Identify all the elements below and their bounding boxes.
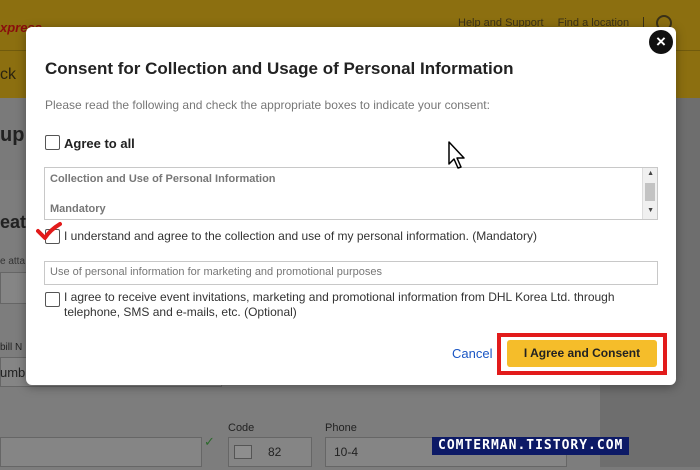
agree-consent-button[interactable]: I Agree and Consent xyxy=(507,340,657,367)
name-input[interactable] xyxy=(0,437,202,467)
agree-all-checkbox[interactable] xyxy=(45,135,60,150)
scroll-up-icon[interactable]: ▲ xyxy=(647,170,654,177)
marketing-terms-box[interactable]: Use of personal information for marketin… xyxy=(44,261,658,285)
terms-scroll-box[interactable]: Collection and Use of Personal Informati… xyxy=(44,167,658,220)
check-icon: ✓ xyxy=(204,434,215,449)
modal-description: Please read the following and check the … xyxy=(45,98,490,112)
mouse-cursor-icon xyxy=(448,141,465,169)
terms-title: Collection and Use of Personal Informati… xyxy=(50,173,276,185)
code-label: Code xyxy=(228,422,255,434)
red-check-mark-icon xyxy=(36,222,62,240)
optional-consent-checkbox[interactable] xyxy=(45,292,60,307)
waybill-label: bill N xyxy=(0,342,23,353)
agree-all-label[interactable]: Agree to all xyxy=(64,136,135,151)
scroll-down-icon[interactable]: ▼ xyxy=(647,207,654,214)
scrollbar[interactable]: ▲ ▼ xyxy=(642,168,657,219)
korea-flag-icon xyxy=(234,445,252,459)
phone-label: Phone xyxy=(325,422,357,434)
country-code-value: 82 xyxy=(268,445,282,459)
terms-mandatory: Mandatory xyxy=(50,203,106,215)
cancel-link[interactable]: Cancel xyxy=(452,346,492,361)
back-link[interactable]: ck xyxy=(0,66,16,84)
phone-value: 10-4 xyxy=(334,445,359,459)
optional-consent-label[interactable]: I agree to receive event invitations, ma… xyxy=(64,290,644,320)
waybill-value: umb xyxy=(0,365,26,380)
page-title: up xyxy=(0,124,25,146)
scroll-thumb[interactable] xyxy=(645,183,655,201)
marketing-terms-title: Use of personal information for marketin… xyxy=(50,266,383,278)
mandatory-consent-label[interactable]: I understand and agree to the collection… xyxy=(64,229,537,243)
watermark: COMTERMAN.TISTORY.COM xyxy=(432,437,630,455)
modal-title: Consent for Collection and Usage of Pers… xyxy=(45,59,514,78)
close-icon[interactable]: × xyxy=(649,30,673,54)
attachment-text: e atta xyxy=(0,256,26,267)
